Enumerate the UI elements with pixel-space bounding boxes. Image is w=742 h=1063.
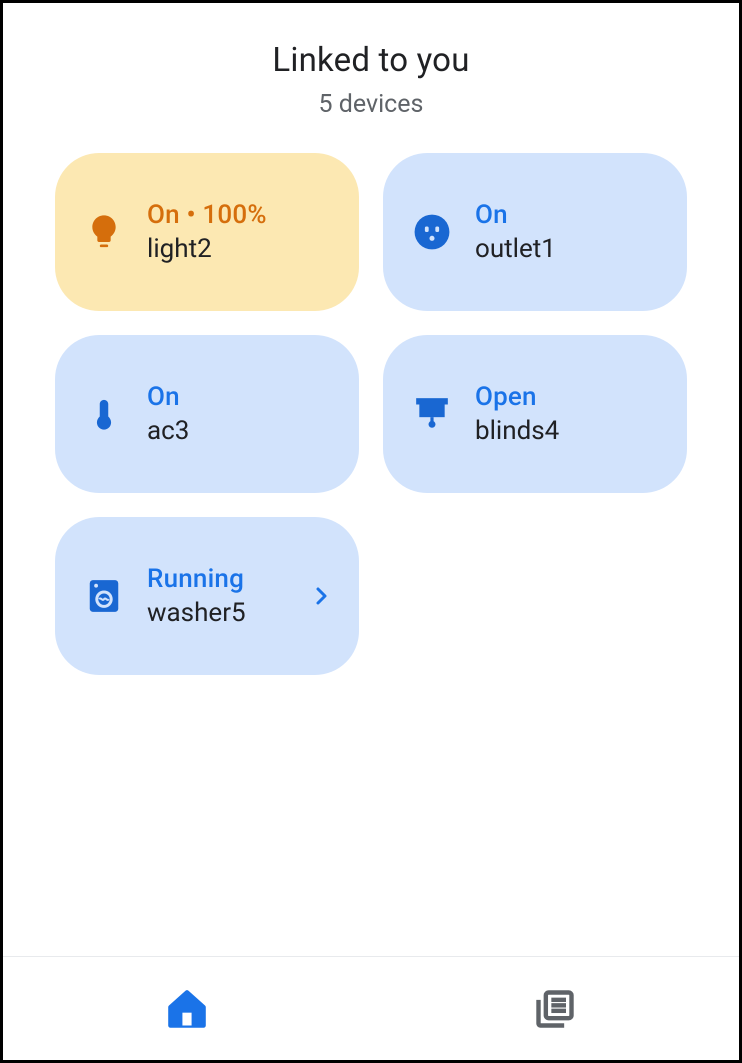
home-icon	[165, 987, 209, 1031]
device-name: blinds4	[475, 416, 661, 446]
thermostat-icon	[83, 393, 125, 435]
device-name: washer5	[147, 598, 309, 628]
device-status: On	[475, 200, 661, 230]
device-card-light[interactable]: On • 100% light2	[55, 153, 359, 311]
nav-home[interactable]	[3, 957, 371, 1060]
device-grid: On • 100% light2 On outlet1 On ac3	[3, 153, 739, 675]
device-count: 5 devices	[3, 90, 739, 119]
feed-icon	[533, 987, 577, 1031]
nav-feed[interactable]	[371, 957, 739, 1060]
blinds-icon	[411, 393, 453, 435]
device-card-blinds[interactable]: Open blinds4	[383, 335, 687, 493]
page-title: Linked to you	[3, 41, 739, 80]
device-status: On • 100%	[147, 200, 333, 230]
page-header: Linked to you 5 devices	[3, 3, 739, 149]
chevron-right-icon	[309, 584, 333, 608]
device-card-outlet[interactable]: On outlet1	[383, 153, 687, 311]
device-status: Open	[475, 382, 661, 412]
device-name: light2	[147, 234, 333, 264]
device-card-ac[interactable]: On ac3	[55, 335, 359, 493]
bottom-nav	[3, 956, 739, 1060]
washer-icon	[83, 575, 125, 617]
device-name: outlet1	[475, 234, 661, 264]
device-status: Running	[147, 564, 309, 594]
device-name: ac3	[147, 416, 333, 446]
lightbulb-icon	[83, 211, 125, 253]
device-status: On	[147, 382, 333, 412]
outlet-icon	[411, 211, 453, 253]
device-card-washer[interactable]: Running washer5	[55, 517, 359, 675]
